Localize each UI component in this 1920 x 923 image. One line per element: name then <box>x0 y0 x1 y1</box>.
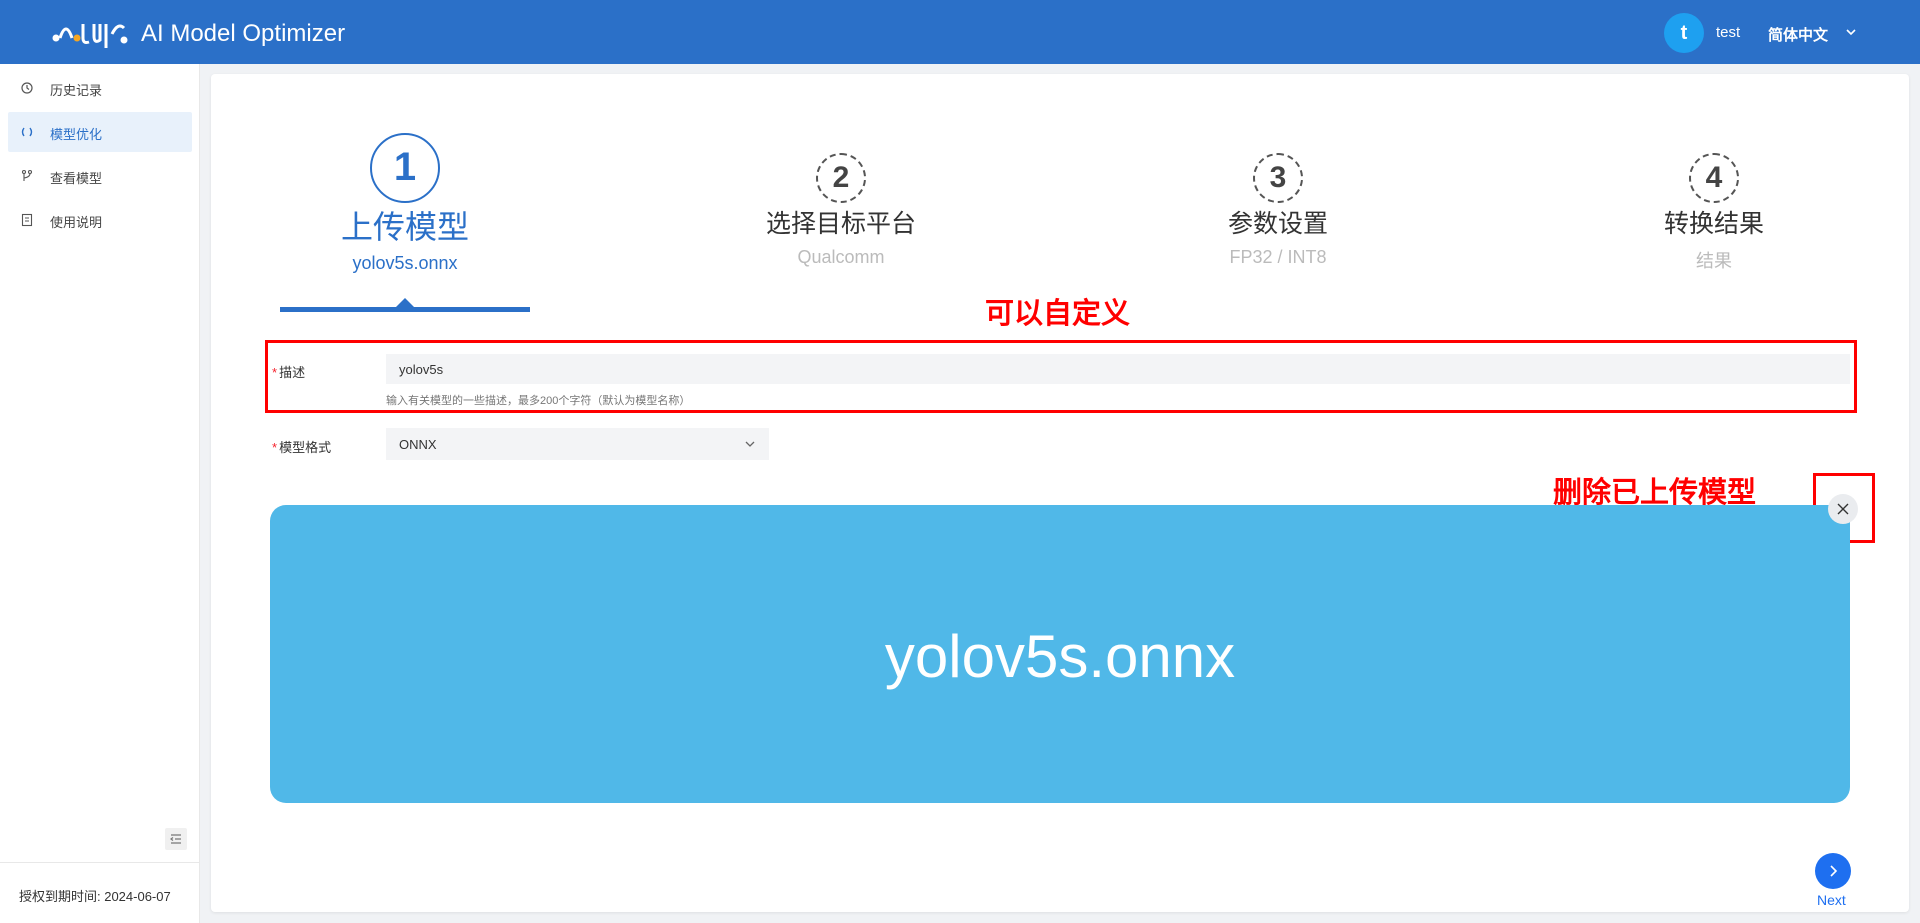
description-hint: 输入有关模型的一些描述，最多200个字符（默认为模型名称） <box>386 395 691 407</box>
step-title: 参数设置 <box>1227 210 1328 238</box>
app-title: AI Model Optimizer <box>141 20 346 47</box>
close-icon <box>1837 503 1849 515</box>
step-number: 1 <box>370 133 440 203</box>
app-logo-icon <box>52 24 128 48</box>
collapse-sidebar-button[interactable] <box>165 828 187 850</box>
step-subtitle: 结果 <box>1696 251 1732 271</box>
chevron-down-icon[interactable] <box>1846 28 1856 36</box>
step-title: 选择目标平台 <box>765 210 916 238</box>
sidebar-item-history[interactable]: 历史记录 <box>8 68 192 108</box>
annotation-customizable: 可以自定义 <box>985 298 1131 330</box>
next-button[interactable] <box>1815 853 1851 889</box>
model-format-value: ONNX <box>399 437 437 452</box>
description-label: * 描述 <box>272 365 306 380</box>
step-subtitle: FP32 / INT8 <box>1229 247 1327 267</box>
sidebar-item-model-optimize[interactable]: 模型优化 <box>8 112 192 152</box>
doc-icon <box>21 213 33 227</box>
delete-model-button[interactable] <box>1828 494 1858 524</box>
sidebar-item-view-models[interactable]: 查看模型 <box>8 156 192 196</box>
step-title: 转换结果 <box>1663 210 1764 238</box>
next-label[interactable]: Next <box>1817 892 1846 908</box>
step-subtitle: Qualcomm <box>797 247 885 267</box>
step-number: 3 <box>1253 153 1303 203</box>
username[interactable]: test <box>1716 24 1740 41</box>
sidebar-item-usage-guide[interactable]: 使用说明 <box>8 200 192 240</box>
chevron-right-icon <box>1830 865 1838 877</box>
sidebar-item-label: 使用说明 <box>50 215 103 230</box>
sidebar-item-label: 查看模型 <box>50 171 103 186</box>
chevron-down-icon <box>745 441 755 447</box>
step-number: 2 <box>816 153 866 203</box>
step-subtitle: yolov5s.onnx <box>352 253 458 273</box>
user-avatar[interactable]: t <box>1664 13 1704 53</box>
history-icon <box>21 82 33 94</box>
uploaded-model-card: yolov5s.onnx <box>270 505 1850 803</box>
step-parameter-settings[interactable]: 3 参数设置 FP32 / INT8 <box>1148 153 1408 268</box>
step-title: 上传模型 <box>340 209 469 245</box>
step-upload-model[interactable]: 1 上传模型 yolov5s.onnx <box>275 133 535 274</box>
license-expiry: 授权到期时间: 2024-06-07 <box>19 889 171 904</box>
model-format-select[interactable]: ONNX <box>386 428 769 460</box>
uploaded-model-name: yolov5s.onnx <box>884 623 1236 690</box>
model-format-label: * 模型格式 <box>272 440 332 455</box>
active-step-indicator <box>396 298 414 307</box>
menu-fold-icon <box>170 834 181 844</box>
step-number: 4 <box>1689 153 1739 203</box>
sidebar: 历史记录 模型优化 查看模型 使用说明 授权到期时间: 2024-06-07 <box>0 64 200 923</box>
step-select-platform[interactable]: 2 选择目标平台 Qualcomm <box>711 153 971 268</box>
description-input[interactable] <box>386 354 1850 384</box>
step-conversion-result[interactable]: 4 转换结果 结果 <box>1584 153 1844 273</box>
sidebar-item-label: 模型优化 <box>50 127 103 142</box>
top-header: AI Model Optimizer t test 简体中文 <box>0 0 1920 64</box>
branch-icon <box>21 169 33 181</box>
language-selector[interactable]: 简体中文 <box>1768 24 1828 45</box>
sidebar-item-label: 历史记录 <box>50 83 103 98</box>
optimize-icon <box>21 127 33 137</box>
active-step-underline <box>280 307 530 312</box>
sidebar-divider <box>0 862 200 863</box>
